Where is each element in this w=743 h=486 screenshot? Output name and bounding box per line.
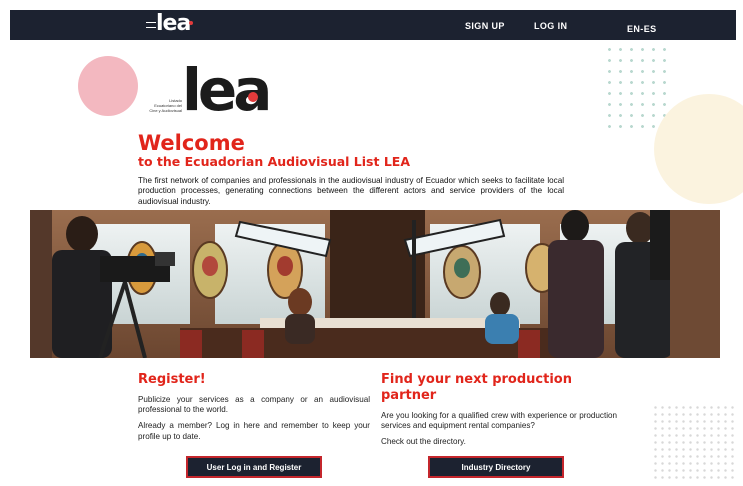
language-switch[interactable]: EN-ES [627, 13, 657, 43]
register-section: Register! Publicize your services as a c… [138, 372, 370, 448]
intro-paragraph: The first network of companies and profe… [138, 176, 564, 206]
logo-dot-icon [189, 21, 194, 25]
logo-red-dot-icon [248, 92, 258, 102]
partner-text: Are you looking for a qualified crew wit… [381, 411, 617, 431]
page-title: Welcome [138, 131, 245, 155]
partner-title: Find your next production partner [381, 372, 572, 403]
register-title: Register! [138, 372, 206, 387]
member-login-text: Already a member? Log in here and rememb… [138, 421, 370, 441]
main-logo: Listado Ecuatoriano del Cine y Audiovisu… [140, 60, 272, 122]
register-text: Publicize your services as a company or … [138, 395, 370, 415]
logo-tagline: Listado Ecuatoriano del Cine y Audiovisu… [140, 98, 182, 113]
logo-wordmark: lea [182, 56, 272, 124]
header-logo-text: lea [156, 11, 191, 36]
partner-section: Find your next production partner Are yo… [381, 372, 617, 454]
header-logo[interactable]: lea [146, 11, 194, 36]
logo-lines-icon [146, 22, 156, 28]
log-in-link[interactable]: LOG IN [534, 10, 567, 40]
top-navbar: lea SIGN UP LOG IN EN-ES [10, 10, 736, 40]
hero-photo [30, 210, 720, 358]
page-subtitle: to the Ecuadorian Audiovisual List LEA [138, 154, 411, 169]
directory-text: Check out the directory. [381, 437, 466, 447]
logo-tagline-line: Cine y Audiovisual [149, 108, 182, 113]
decorative-dot-grid-bottom [652, 404, 736, 482]
industry-directory-button[interactable]: Industry Directory [428, 456, 564, 478]
sign-up-link[interactable]: SIGN UP [465, 10, 505, 40]
login-register-button[interactable]: User Log in and Register [186, 456, 322, 478]
film-set-image [30, 210, 720, 358]
decorative-pink-circle [78, 56, 138, 116]
